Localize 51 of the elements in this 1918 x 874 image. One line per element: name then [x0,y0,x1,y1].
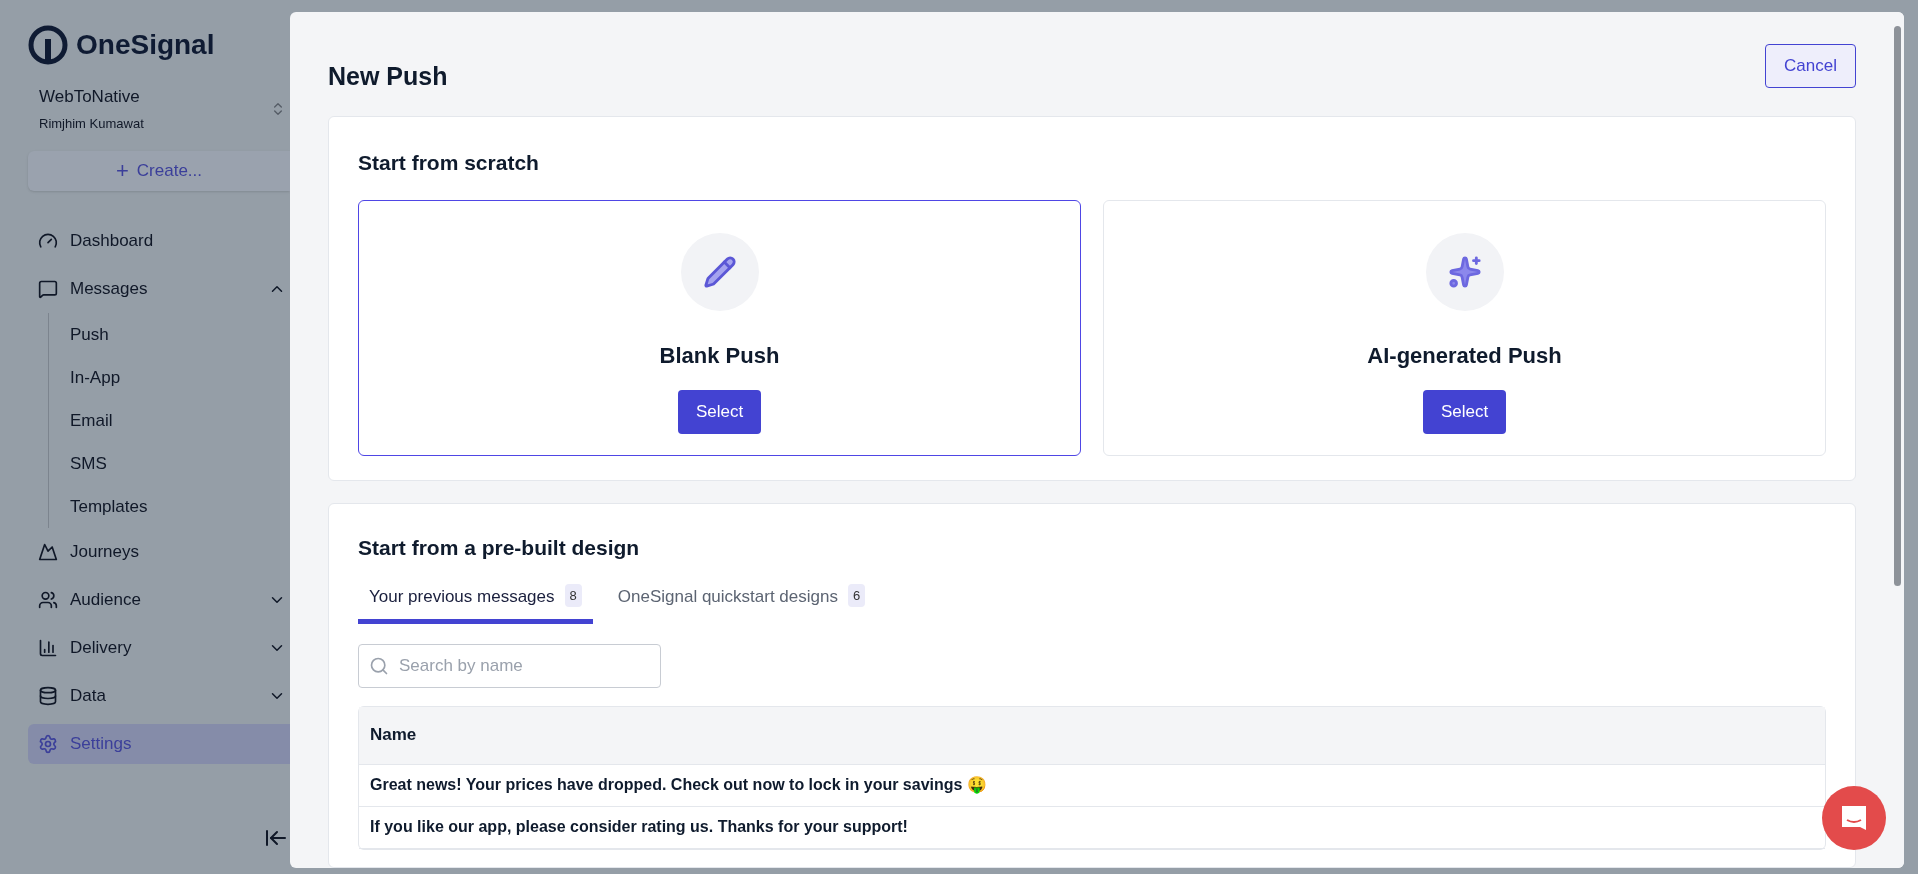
table-cell[interactable]: If you like our app, please consider rating us. Thanks for your support! [370,815,908,839]
count-badge: 6 [847,583,866,607]
table-cell[interactable]: Great news! Your prices have dropped. Check out now to lock in your savings 🤑 [370,773,987,797]
nav-item[interactable]: Messages [28,269,290,309]
nav-subitem[interactable]: In-App [49,356,290,399]
modal-title: New Push [328,61,448,92]
nav-subitem[interactable]: Email [49,399,290,442]
select-button[interactable]: Select [677,390,762,434]
nav-icon [38,638,58,658]
count-badge: 8 [564,583,582,607]
column-header: Name [370,724,417,747]
nav-icon [38,686,58,706]
chat-icon [1839,803,1869,833]
nav-label: Data [70,685,107,708]
option-card[interactable]: AI-generated Push Select [1103,200,1826,456]
logo-icon [28,25,68,65]
nav-subitem[interactable]: Templates [49,485,290,528]
nav-label: Messages [70,278,149,301]
option-title: AI-generated Push [1367,342,1562,370]
select-button[interactable]: Select [1422,390,1507,434]
nav-item[interactable]: Data [28,676,290,716]
nav-label: Delivery [70,637,133,660]
section-heading: Start from a pre-built design [358,535,641,561]
search-field[interactable]: Search by name [358,643,661,688]
create-button[interactable]: + Create... [28,151,290,191]
nav-item[interactable]: Delivery [28,628,290,668]
nav-icon [38,590,58,610]
nav-icon [38,279,58,299]
nav-icon [38,734,58,754]
nav-label: Journeys [70,541,140,564]
nav-subitem[interactable]: Push [49,313,290,356]
option-title: Blank Push [659,342,780,370]
nav-icon [38,542,58,562]
nav-label: Settings [70,733,133,756]
app-name: WebToNative [39,86,141,108]
tab[interactable]: Your previous messages 8 [358,583,593,624]
nav-label: Dashboard [70,230,155,253]
plus-icon: + [115,160,129,182]
nav-item[interactable]: Audience [28,580,290,620]
nav-icon [38,231,58,251]
section-heading: Start from scratch [358,149,540,176]
tab[interactable]: OneSignal quickstart designs 6 [606,583,877,624]
user-name: Rimjhim Kumawat [39,114,144,133]
nav-item[interactable]: Dashboard [28,221,290,261]
option-card[interactable]: Blank Push Select [358,200,1081,456]
cancel-button[interactable]: Cancel [1765,44,1856,88]
nav-label: Audience [70,589,142,612]
search-icon [369,655,389,676]
logo-text: OneSignal [76,28,215,62]
nav-item[interactable]: Journeys [28,532,290,572]
nav-subitem[interactable]: SMS [49,442,290,485]
